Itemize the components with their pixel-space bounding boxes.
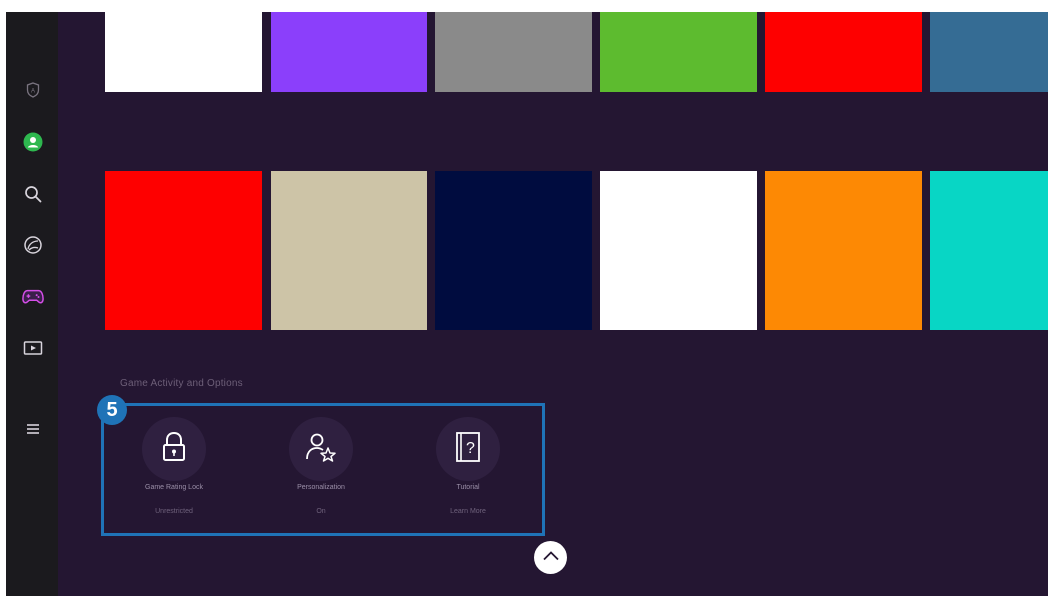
svg-text:?: ? xyxy=(466,440,475,457)
menu-icon[interactable] xyxy=(22,418,44,440)
game-tile[interactable] xyxy=(271,171,427,330)
padlock-icon xyxy=(159,431,189,468)
option-personalization[interactable]: Personalization On xyxy=(271,417,371,515)
sidebar: A xyxy=(6,12,58,596)
svg-text:A: A xyxy=(31,89,35,95)
option-title: Tutorial xyxy=(456,484,480,491)
game-tile[interactable] xyxy=(435,171,592,330)
game-tile[interactable] xyxy=(930,12,1048,92)
option-game-rating-lock[interactable]: Game Rating Lock Unrestricted xyxy=(124,417,224,515)
chevron-up-icon xyxy=(542,549,560,567)
game-tile[interactable] xyxy=(930,171,1048,330)
game-tile[interactable] xyxy=(435,12,592,92)
game-tile[interactable] xyxy=(765,12,922,92)
media-icon[interactable] xyxy=(22,337,44,359)
option-icon-circle xyxy=(142,417,206,481)
option-icon-circle xyxy=(289,417,353,481)
game-tile[interactable] xyxy=(600,171,757,330)
option-title: Personalization xyxy=(297,484,345,491)
option-tutorial[interactable]: ? Tutorial Learn More xyxy=(418,417,518,515)
option-icon-circle: ? xyxy=(436,417,500,481)
gamepad-icon[interactable] xyxy=(22,286,44,308)
option-value: Unrestricted xyxy=(155,508,193,515)
tv-screen: A Game Activity and Options 5 Game Ratin… xyxy=(6,12,1048,596)
game-tile[interactable] xyxy=(105,12,262,92)
ambient-icon[interactable] xyxy=(22,234,44,256)
option-value: Learn More xyxy=(450,508,486,515)
scroll-up-button[interactable] xyxy=(534,541,567,574)
option-title: Game Rating Lock xyxy=(145,484,203,491)
game-tile[interactable] xyxy=(105,171,262,330)
game-tile[interactable] xyxy=(271,12,427,92)
game-tile[interactable] xyxy=(765,171,922,330)
option-value: On xyxy=(316,508,326,515)
user-avatar-icon[interactable] xyxy=(22,131,44,153)
user-star-icon xyxy=(305,432,337,467)
search-icon[interactable] xyxy=(22,183,44,205)
game-tile[interactable] xyxy=(600,12,757,92)
section-title: Game Activity and Options xyxy=(120,378,243,389)
question-book-icon: ? xyxy=(453,431,483,468)
shield-icon[interactable]: A xyxy=(22,79,44,101)
step-badge: 5 xyxy=(97,395,127,425)
